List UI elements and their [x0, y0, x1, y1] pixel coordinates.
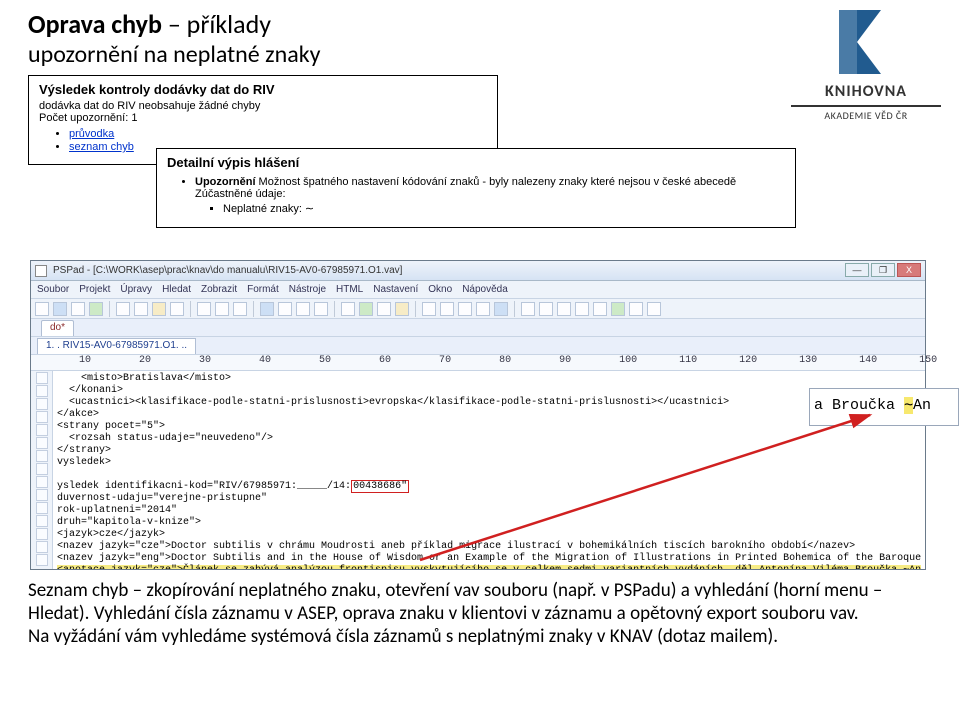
logo-subtext: AKADEMIE VĚD ČR — [791, 109, 941, 122]
menu-zobrazit[interactable]: Zobrazit — [201, 284, 237, 295]
toolbar-button[interactable] — [35, 302, 49, 316]
toolbar-button[interactable] — [296, 302, 310, 316]
window-close-button[interactable]: X — [897, 263, 921, 277]
bottom-text-2: Na vyžádání vám vyhledáme systémová čísl… — [28, 626, 928, 649]
code-editor[interactable]: <misto>Bratislava</misto> </konani> <uca… — [53, 371, 925, 569]
toolbar-button[interactable] — [395, 302, 409, 316]
toolbar-button[interactable] — [233, 302, 247, 316]
detail-box: Detailní výpis hlášení Upozornění Možnos… — [156, 148, 796, 228]
logo-mark — [839, 10, 893, 74]
toolbar-button[interactable] — [53, 302, 67, 316]
toolbar-button[interactable] — [440, 302, 454, 316]
menu-okno[interactable]: Okno — [428, 284, 452, 295]
menu-html[interactable]: HTML — [336, 284, 363, 295]
gutter — [31, 371, 53, 569]
menu-format[interactable]: Formát — [247, 284, 279, 295]
result-line1: dodávka dat do RIV neobsahuje žádné chyb… — [39, 100, 487, 112]
result-link-pruvodka[interactable]: průvodka — [69, 128, 114, 140]
title-main: Oprava chyb — [28, 8, 162, 40]
toolbar-button[interactable] — [71, 302, 85, 316]
toolbar-button[interactable] — [314, 302, 328, 316]
toolbar-button[interactable] — [170, 302, 184, 316]
detail-item: Upozornění Možnost špatného nastavení kó… — [195, 176, 785, 215]
detail-invalid-char: Neplatné znaky: ∼ — [223, 202, 785, 215]
toolbar-button[interactable] — [458, 302, 472, 316]
menu-napoveda[interactable]: Nápověda — [462, 284, 508, 295]
menu-nastaveni[interactable]: Nastavení — [373, 284, 418, 295]
menu-nastroje[interactable]: Nástroje — [289, 284, 326, 295]
toolbar-button[interactable] — [341, 302, 355, 316]
title-sep: – — [162, 8, 187, 40]
toolbar-button[interactable] — [197, 302, 211, 316]
menu-upravy[interactable]: Úpravy — [120, 284, 152, 295]
window-max-button[interactable]: ❐ — [871, 263, 895, 277]
detail-bold: Upozornění — [195, 176, 256, 188]
file-tab[interactable]: 1. . RIV15-AV0-67985971.O1. .. — [37, 338, 196, 354]
toolbar — [31, 299, 925, 319]
menu-hledat[interactable]: Hledat — [162, 284, 191, 295]
menubar: Soubor Projekt Úpravy Hledat Zobrazit Fo… — [31, 281, 925, 299]
library-logo: KNIHOVNA AKADEMIE VĚD ČR — [791, 10, 941, 122]
window-min-button[interactable]: — — [845, 263, 869, 277]
menu-soubor[interactable]: Soubor — [37, 284, 69, 295]
toolbar-button[interactable] — [152, 302, 166, 316]
result-link-seznam[interactable]: seznam chyb — [69, 141, 134, 153]
titlebar[interactable]: PSPad - [C:\WORK\asep\prac\knav\do manua… — [31, 261, 925, 281]
clip-highlight: ∼ — [904, 397, 913, 414]
toolbar-button[interactable] — [611, 302, 625, 316]
toolbar-button[interactable] — [557, 302, 571, 316]
toolbar-button[interactable] — [629, 302, 643, 316]
toolbar-button[interactable] — [575, 302, 589, 316]
pspad-window: PSPad - [C:\WORK\asep\prac\knav\do manua… — [30, 260, 926, 570]
window-title: PSPad - [C:\WORK\asep\prac\knav\do manua… — [53, 265, 402, 276]
toolbar-button[interactable] — [134, 302, 148, 316]
menu-projekt[interactable]: Projekt — [79, 284, 110, 295]
logo-text: KNIHOVNA — [791, 82, 941, 101]
toolbar-button[interactable] — [89, 302, 103, 316]
result-line2: Počet upozornění: 1 — [39, 112, 487, 124]
toolbar-button[interactable] — [116, 302, 130, 316]
toolbar-button[interactable] — [260, 302, 274, 316]
title-sub: příklady — [187, 8, 271, 40]
result-heading: Výsledek kontroly dodávky dat do RIV — [39, 82, 487, 97]
toolbar-button[interactable] — [494, 302, 508, 316]
detail-subhead: Zúčastněné údaje: — [195, 188, 785, 200]
toolbar-button[interactable] — [215, 302, 229, 316]
toolbar-button[interactable] — [593, 302, 607, 316]
detail-heading: Detailní výpis hlášení — [167, 155, 785, 170]
ruler: 10 20 30 40 50 60 70 80 90 100 110 120 1… — [31, 355, 925, 371]
doc-tab[interactable]: do* — [41, 320, 74, 336]
toolbar-button[interactable] — [539, 302, 553, 316]
toolbar-button[interactable] — [422, 302, 436, 316]
toolbar-button[interactable] — [377, 302, 391, 316]
toolbar-button[interactable] — [521, 302, 535, 316]
clip-pre: a Broučka — [814, 397, 904, 414]
detail-text: Možnost špatného nastavení kódování znak… — [256, 176, 737, 188]
toolbar-button[interactable] — [476, 302, 490, 316]
toolbar-button[interactable] — [278, 302, 292, 316]
bottom-text: Seznam chyb – zkopírování neplatného zna… — [28, 580, 928, 626]
toolbar-button[interactable] — [359, 302, 373, 316]
toolbar-button[interactable] — [647, 302, 661, 316]
clip-post: An — [913, 397, 931, 414]
clip-panel: a Broučka ∼An — [809, 388, 959, 426]
bottom-paragraph: Seznam chyb – zkopírování neplatného zna… — [28, 580, 928, 648]
app-icon — [35, 265, 47, 277]
